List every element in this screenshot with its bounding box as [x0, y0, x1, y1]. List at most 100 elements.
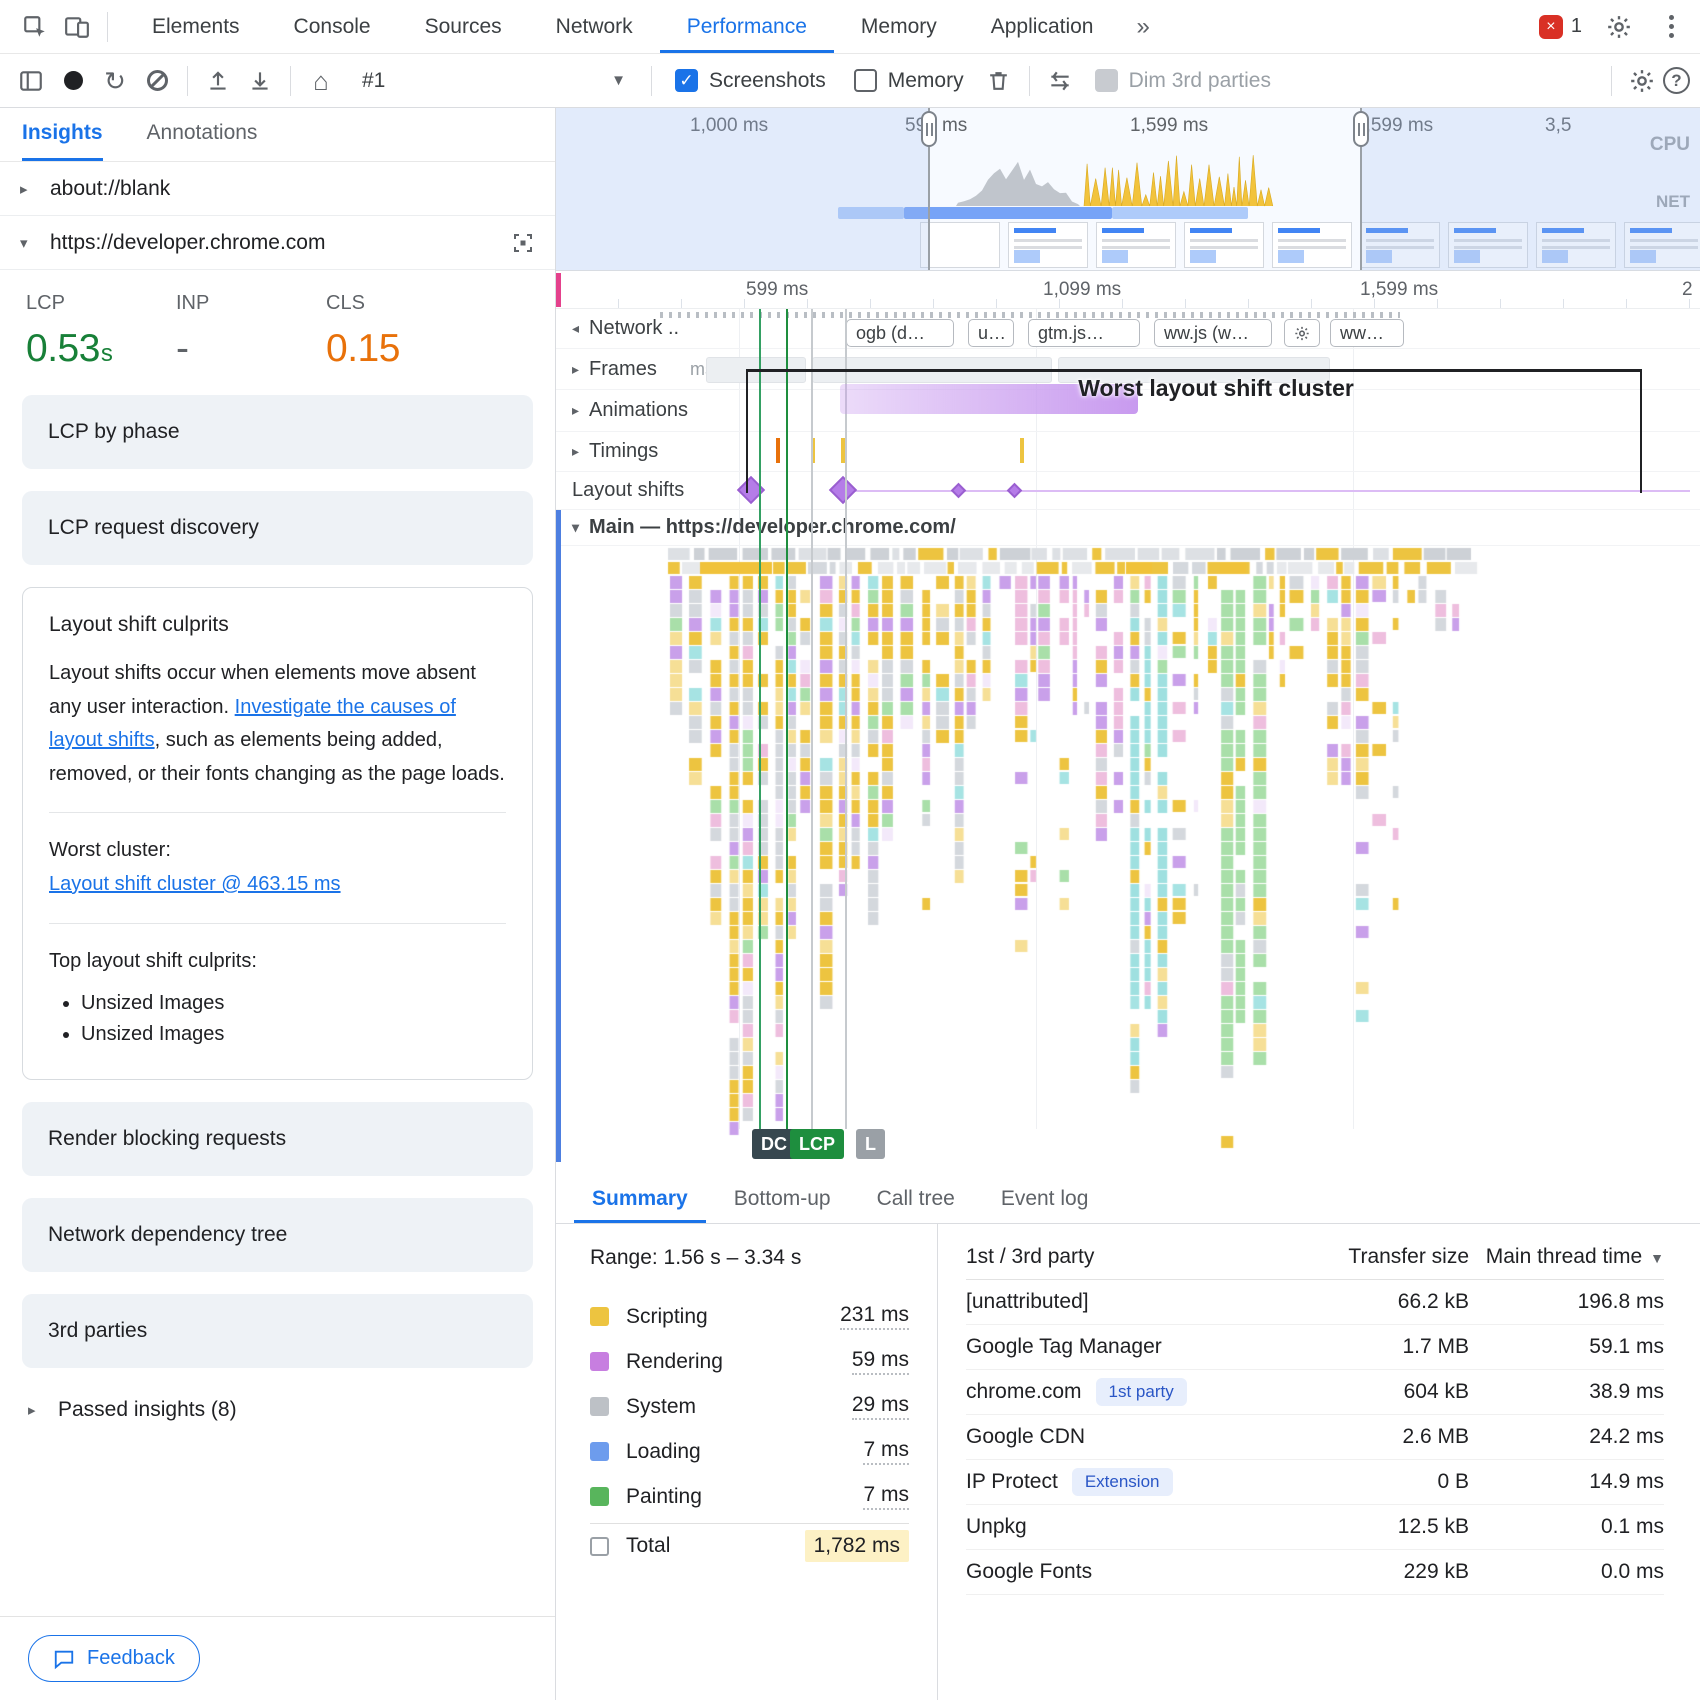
party-row[interactable]: Google CDN2.6 MB24.2 ms — [966, 1415, 1664, 1460]
inspect-icon[interactable] — [14, 6, 56, 48]
download-trace-icon[interactable] — [239, 60, 281, 102]
table-header: 1st / 3rd party Transfer size Main threa… — [966, 1234, 1664, 1280]
sidebar-tab-insights[interactable]: Insights — [22, 108, 103, 161]
party-row[interactable]: Unpkg12.5 kB0.1 ms — [966, 1505, 1664, 1550]
chevron-down-icon: ▾ — [572, 519, 579, 536]
filmstrip-screenshot[interactable] — [1008, 222, 1088, 268]
tab-network[interactable]: Network — [529, 0, 660, 53]
capture-settings-icon[interactable] — [1039, 60, 1081, 102]
timeline-minimap[interactable]: 1,000 ms599 ms1,599 ms2,599 ms3,5 CPU NE… — [556, 108, 1700, 271]
memory-checkbox[interactable]: Memory — [854, 69, 964, 93]
network-request-chip[interactable]: u… — [968, 319, 1014, 347]
worst-cluster-label: Worst cluster: — [49, 834, 506, 868]
metric-unit: s — [101, 340, 113, 367]
tab-elements[interactable]: Elements — [125, 0, 267, 53]
main-thread-flame-chart[interactable] — [560, 546, 1700, 1162]
party-name-text: Google Tag Manager — [966, 1335, 1162, 1359]
insight-card[interactable]: LCP request discovery — [22, 491, 533, 565]
sidebar-tab-annotations[interactable]: Annotations — [147, 108, 258, 161]
filmstrip-screenshot[interactable] — [920, 222, 1000, 268]
bottom-tabs: SummaryBottom-upCall treeEvent log — [556, 1177, 1700, 1224]
tab-sources[interactable]: Sources — [398, 0, 529, 53]
chevron-icon: ▾ — [20, 234, 36, 252]
live-metrics-home-icon[interactable]: ⌂ — [300, 60, 342, 102]
metric-value: - — [176, 327, 326, 371]
settings-gear-icon[interactable] — [1598, 6, 1640, 48]
device-toolbar-icon[interactable] — [56, 6, 98, 48]
summary-pane: Range: 1.56 s – 3.34 s Scripting231 msRe… — [556, 1224, 938, 1700]
toggle-sidebar-icon[interactable] — [10, 60, 52, 102]
network-request-chip[interactable]: gtm.js… — [1028, 319, 1140, 347]
party-row[interactable]: Google Fonts229 kB0.0 ms — [966, 1550, 1664, 1595]
inspect-frame-icon[interactable] — [511, 231, 535, 255]
timing-mark — [1020, 438, 1024, 463]
metric-label: INP — [176, 292, 326, 315]
timeline-marker-lcp[interactable]: LCP — [790, 1129, 844, 1159]
tab-console[interactable]: Console — [267, 0, 398, 53]
timeline-panel: 1,000 ms599 ms1,599 ms2,599 ms3,5 CPU NE… — [556, 108, 1700, 1700]
insight-card[interactable]: 3rd parties — [22, 1294, 533, 1368]
session-selector[interactable]: #1 ▼ — [342, 69, 642, 93]
more-tabs-icon[interactable]: » — [1120, 0, 1165, 53]
track-main-thread[interactable]: ▾Main — https://developer.chrome.com/ — [556, 510, 1700, 546]
legend-label: Painting — [626, 1485, 702, 1509]
passed-insights-row[interactable]: ▸ Passed insights (8) — [22, 1390, 533, 1422]
party-row[interactable]: [unattributed]66.2 kB196.8 ms — [966, 1280, 1664, 1325]
layout-shift-culprits-card[interactable]: Layout shift culprits Layout shifts occu… — [22, 587, 533, 1080]
insight-card[interactable]: Render blocking requests — [22, 1102, 533, 1176]
party-row[interactable]: Google Tag Manager1.7 MB59.1 ms — [966, 1325, 1664, 1370]
party-main-thread-time: 38.9 ms — [1469, 1380, 1664, 1404]
tab-performance[interactable]: Performance — [660, 0, 834, 53]
insight-card[interactable]: Network dependency tree — [22, 1198, 533, 1272]
tab-application[interactable]: Application — [964, 0, 1121, 53]
help-icon[interactable]: ? — [1663, 67, 1690, 94]
reload-record-icon[interactable]: ↻ — [94, 60, 136, 102]
party-row[interactable]: chrome.com1st party604 kB38.9 ms — [966, 1370, 1664, 1415]
party-name-text: [unattributed] — [966, 1290, 1089, 1314]
garbage-collect-icon[interactable] — [978, 60, 1020, 102]
divider — [107, 12, 108, 42]
legend-swatch — [590, 1307, 609, 1326]
filmstrip-screenshot[interactable] — [1272, 222, 1352, 268]
party-transfer-size: 66.2 kB — [1294, 1290, 1469, 1314]
tab-memory[interactable]: Memory — [834, 0, 964, 53]
network-request-chip-gear[interactable] — [1284, 319, 1320, 347]
frame-row[interactable]: ▸about://blank — [0, 162, 555, 216]
frame-row[interactable]: ▾ https://developer.chrome.com — [0, 216, 555, 270]
network-request-chip[interactable]: ww.js (w… — [1154, 319, 1272, 347]
tab-summary[interactable]: Summary — [574, 1177, 706, 1223]
selection-handle-right[interactable] — [1353, 111, 1369, 147]
tab-bottom-up[interactable]: Bottom-up — [716, 1177, 849, 1223]
kebab-menu-icon[interactable] — [1656, 15, 1686, 38]
feedback-button[interactable]: Feedback — [28, 1635, 200, 1682]
filmstrip-screenshot[interactable] — [1184, 222, 1264, 268]
record-icon[interactable] — [52, 60, 94, 102]
worst-cluster-link[interactable]: Layout shift cluster @ 463.15 ms — [49, 873, 341, 895]
upload-trace-icon[interactable] — [197, 60, 239, 102]
timeline-marker-l[interactable]: L — [856, 1129, 885, 1159]
error-badge[interactable]: × 1 — [1539, 15, 1582, 39]
selection-handle-left[interactable] — [921, 111, 937, 147]
header-main-thread-time[interactable]: Main thread time▼ — [1469, 1245, 1664, 1269]
timeline-detail[interactable]: 599 ms1,099 ms1,599 ms2 ◂Network .. ogb … — [556, 271, 1700, 1177]
network-request-chip[interactable]: ww… — [1330, 319, 1404, 347]
network-request-chip[interactable]: ogb (d… — [846, 319, 954, 347]
party-row[interactable]: IP ProtectExtension0 B14.9 ms — [966, 1460, 1664, 1505]
summary-range: Range: 1.56 s – 3.34 s — [590, 1246, 909, 1270]
clear-icon[interactable] — [136, 60, 178, 102]
perf-settings-gear-icon[interactable] — [1621, 60, 1663, 102]
tab-call-tree[interactable]: Call tree — [859, 1177, 973, 1223]
party-main-thread-time: 0.0 ms — [1469, 1560, 1664, 1584]
error-count: 1 — [1571, 15, 1582, 38]
header-transfer-size[interactable]: Transfer size — [1294, 1245, 1469, 1269]
dim-third-parties-toggle[interactable]: Dim 3rd parties — [1095, 69, 1271, 93]
frame-label: about://blank — [50, 177, 170, 201]
filmstrip-screenshot[interactable] — [1096, 222, 1176, 268]
culprit-item: Unsized Images — [81, 1023, 506, 1046]
track-timings[interactable]: ▸Timings — [556, 432, 1700, 472]
frame-label: https://developer.chrome.com — [50, 231, 325, 255]
screenshots-checkbox[interactable]: ✓ Screenshots — [675, 69, 826, 93]
header-party[interactable]: 1st / 3rd party — [966, 1245, 1294, 1269]
insight-card[interactable]: LCP by phase — [22, 395, 533, 469]
tab-event-log[interactable]: Event log — [983, 1177, 1107, 1223]
